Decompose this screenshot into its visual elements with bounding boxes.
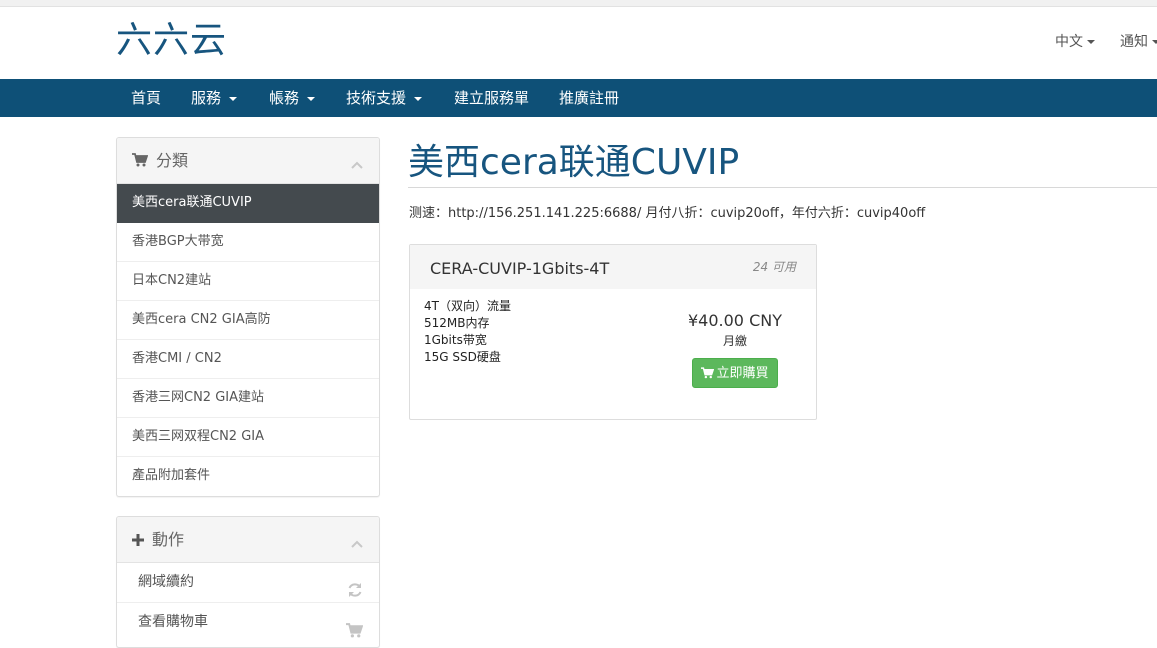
- promo-text: 测速：http://156.251.141.225:6688/ 月付八折：cuv…: [409, 206, 926, 221]
- action-view-cart-label: 查看購物車: [138, 614, 208, 630]
- feature-traffic: 4T（双向）流量: [424, 299, 511, 313]
- page-title: 美西cera联通CUVIP: [408, 142, 740, 183]
- action-domain-renewal[interactable]: 網域續約: [117, 563, 379, 603]
- language-label: 中文: [1055, 34, 1083, 50]
- billing-cycle: 月繳: [722, 334, 747, 348]
- chevron-up-icon[interactable]: [351, 533, 363, 552]
- chevron-down-icon: [307, 96, 316, 101]
- feature-bandwidth: 1Gbits带宽: [424, 333, 487, 347]
- category-item-addons[interactable]: 產品附加套件: [117, 457, 379, 495]
- chevron-down-icon: [414, 96, 423, 101]
- chevron-down-icon: [1087, 40, 1095, 44]
- categories-title: 分類: [132, 151, 188, 172]
- category-item-jp-cn2[interactable]: 日本CN2建站: [117, 262, 379, 301]
- nav-home-label: 首頁: [131, 89, 162, 107]
- product-name: CERA-CUVIP-1Gbits-4T: [430, 259, 610, 278]
- nav-billing[interactable]: 帳務: [269, 79, 316, 117]
- cart-icon: [701, 367, 715, 379]
- nav-open-ticket-label: 建立服務單: [454, 89, 530, 107]
- order-now-button[interactable]: 立即購買: [692, 358, 778, 388]
- top-border: [0, 0, 1157, 7]
- actions-heading[interactable]: 動作: [117, 517, 379, 563]
- nav-billing-label: 帳務: [269, 89, 300, 107]
- site-header: 六六云 中文 通知: [0, 7, 1157, 79]
- actions-title-text: 動作: [152, 530, 185, 549]
- product-card: CERA-CUVIP-1Gbits-4T 24 可用 4T（双向）流量 512M…: [409, 244, 817, 420]
- feature-disk: 15G SSD硬盘: [424, 350, 501, 364]
- product-price: ¥40.00 CNY: [688, 311, 782, 330]
- categories-heading[interactable]: 分類: [117, 138, 379, 184]
- category-item-hk-bgp[interactable]: 香港BGP大带宽: [117, 223, 379, 262]
- notifications-label: 通知: [1120, 34, 1148, 50]
- actions-panel: 動作 網域續約 查看購物車: [116, 516, 380, 648]
- cart-icon: [132, 152, 150, 172]
- nav-services[interactable]: 服務: [191, 79, 238, 117]
- category-item-us-cn2-gia[interactable]: 美西cera CN2 GIA高防: [117, 301, 379, 340]
- main-navbar: 首頁 服務 帳務 技術支援 建立服務單 推廣註冊: [0, 79, 1157, 117]
- chevron-down-icon: [1152, 40, 1157, 44]
- category-item-us-triple[interactable]: 美西三网双程CN2 GIA: [117, 418, 379, 457]
- categories-panel: 分類 美西cera联通CUVIP 香港BGP大带宽 日本CN2建站 美西cera…: [116, 137, 380, 497]
- product-header: CERA-CUVIP-1Gbits-4T 24 可用: [410, 245, 816, 289]
- nav-open-ticket[interactable]: 建立服務單: [454, 79, 529, 117]
- feature-memory: 512MB内存: [424, 316, 490, 330]
- nav-affiliates-label: 推廣註冊: [559, 89, 620, 107]
- nav-affiliates[interactable]: 推廣註冊: [559, 79, 619, 117]
- nav-home[interactable]: 首頁: [131, 79, 161, 117]
- nav-support[interactable]: 技術支援: [346, 79, 423, 117]
- product-features: 4T（双向）流量 512MB内存 1Gbits带宽 15G SSD硬盘: [424, 298, 511, 366]
- order-now-label: 立即購買: [716, 366, 769, 381]
- plus-icon: [132, 531, 146, 551]
- action-view-cart[interactable]: 查看購物車: [117, 603, 379, 642]
- nav-support-label: 技術支援: [346, 89, 407, 107]
- categories-title-text: 分類: [156, 151, 189, 170]
- actions-title: 動作: [132, 530, 184, 551]
- action-domain-renewal-label: 網域續約: [138, 574, 194, 590]
- language-menu[interactable]: 中文: [1055, 33, 1095, 51]
- product-availability: 24 可用: [752, 260, 796, 274]
- site-logo[interactable]: 六六云: [116, 21, 227, 61]
- chevron-down-icon: [229, 96, 238, 101]
- title-divider: [408, 187, 1157, 188]
- chevron-up-icon[interactable]: [351, 154, 363, 173]
- cart-icon: [346, 615, 364, 647]
- nav-services-label: 服務: [191, 89, 222, 107]
- category-item-hk-cmi[interactable]: 香港CMI / CN2: [117, 340, 379, 379]
- category-item-hk-triple[interactable]: 香港三网CN2 GIA建站: [117, 379, 379, 418]
- notifications-menu[interactable]: 通知: [1120, 33, 1157, 51]
- category-item-cuvip[interactable]: 美西cera联通CUVIP: [117, 184, 379, 223]
